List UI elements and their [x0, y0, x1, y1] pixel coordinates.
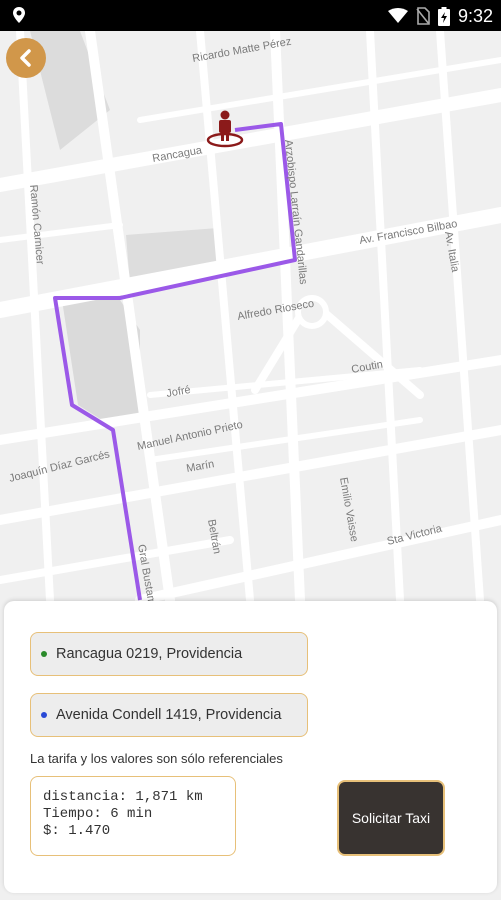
price-line: $: 1.470 [43, 823, 111, 839]
origin-field[interactable]: Rancagua 0219, Providencia [30, 632, 308, 676]
origin-dot-icon [41, 651, 47, 657]
location-pin-icon [13, 7, 25, 23]
clock: 9:32 [457, 5, 493, 26]
wifi-icon [387, 8, 408, 23]
trip-info-box: distancia: 1,871 km Tiempo: 6 min $: 1.4… [30, 776, 236, 856]
chevron-left-icon [20, 49, 31, 67]
trip-panel: Rancagua 0219, Providencia Avenida Conde… [4, 601, 497, 893]
fare-disclaimer: La tarifa y los valores son sólo referen… [30, 751, 283, 766]
battery-icon [437, 6, 450, 26]
no-sim-icon [416, 7, 430, 25]
destination-address: Avenida Condell 1419, Providencia [56, 707, 282, 723]
back-button[interactable] [6, 38, 46, 78]
time-line: Tiempo: 6 min [43, 806, 153, 822]
status-bar: 9:32 [0, 0, 501, 31]
destination-dot-icon [41, 712, 47, 718]
distance-line: distancia: 1,871 km [43, 789, 203, 805]
status-icons: 9:32 [387, 5, 493, 27]
request-taxi-button[interactable]: Solicitar Taxi [337, 780, 445, 856]
origin-address: Rancagua 0219, Providencia [56, 646, 243, 662]
destination-field[interactable]: Avenida Condell 1419, Providencia [30, 693, 308, 737]
